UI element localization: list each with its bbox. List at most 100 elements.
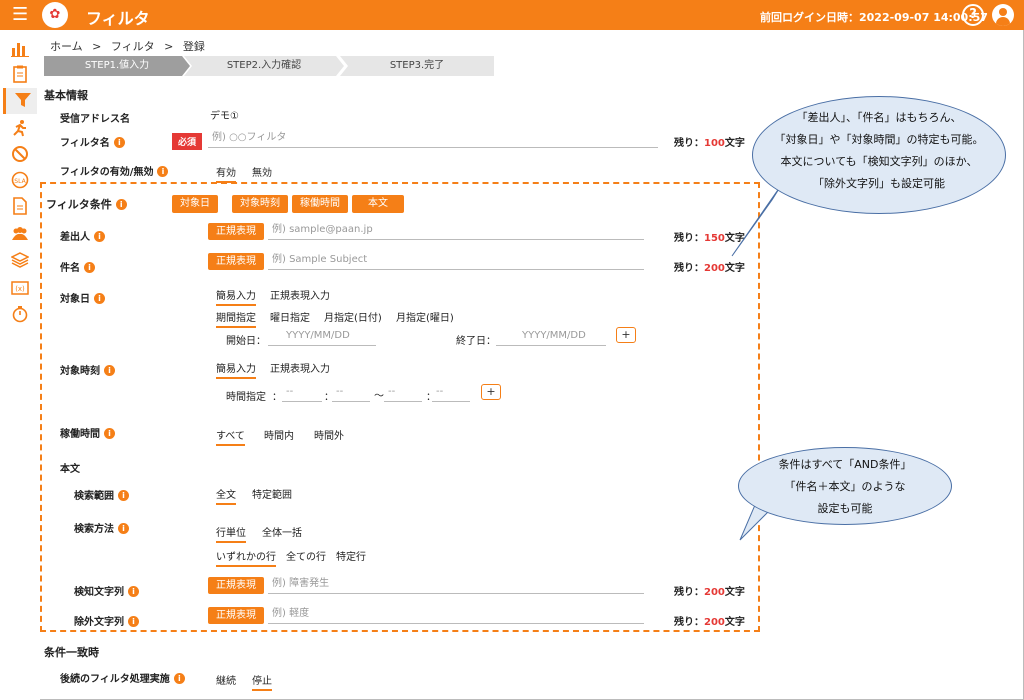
time-condition-button[interactable]: 対象時刻 — [232, 195, 288, 213]
exclude-string-input[interactable]: 例) 軽度 — [268, 606, 644, 624]
sender-input[interactable]: 例) sample@paan.jp — [268, 222, 644, 240]
info-icon[interactable]: i — [118, 490, 129, 501]
exclude-remaining: 残り：200文字 — [674, 617, 745, 628]
sidebar-item-variable[interactable]: (x) — [3, 276, 37, 302]
info-icon[interactable]: i — [94, 293, 105, 304]
end-minute-input[interactable]: -- — [432, 384, 470, 402]
app-header: ☰ ✿ フィルタ 前回ログイン日時：2022-09-07 14:00:57 ? — [0, 0, 1024, 30]
address-value: デモ① — [210, 111, 239, 122]
breadcrumb-filter[interactable]: フィルタ — [111, 40, 155, 53]
sidebar-item-users[interactable] — [3, 222, 37, 248]
hours-within-tab[interactable]: 時間内 — [264, 427, 294, 444]
start-date-label: 開始日： — [226, 336, 266, 347]
users-icon — [12, 227, 28, 240]
info-icon[interactable]: i — [84, 262, 95, 273]
stop-tab[interactable]: 停止 — [252, 672, 272, 691]
date-mode-period[interactable]: 期間指定 — [216, 309, 256, 328]
continue-tab[interactable]: 継続 — [216, 672, 236, 689]
sidebar-item-runner[interactable] — [3, 116, 37, 142]
date-mode-month-weekday[interactable]: 月指定(曜日) — [396, 309, 454, 326]
sidebar-item-document[interactable] — [3, 194, 37, 220]
info-icon[interactable]: i — [94, 231, 105, 242]
target-time-label: 対象時刻 i — [60, 362, 115, 377]
hours-outside-tab[interactable]: 時間外 — [314, 427, 344, 444]
info-icon[interactable]: i — [173, 673, 185, 684]
subject-regex-button[interactable]: 正規表現 — [208, 253, 264, 270]
sender-regex-button[interactable]: 正規表現 — [208, 223, 264, 240]
document-icon — [13, 197, 27, 215]
help-icon[interactable]: ? — [962, 4, 984, 26]
callout-top-line: 「差出人」、「件名」はもちろん、 — [796, 111, 962, 124]
sidebar-item-sla[interactable]: SLA — [3, 168, 37, 194]
callout-bottom-line: 「件名＋本文」のような — [784, 480, 906, 493]
sidebar-item-clipboard[interactable] — [3, 62, 37, 88]
enable-on-tab[interactable]: 有効 — [216, 164, 236, 183]
sidebar-item-filter[interactable] — [3, 88, 37, 114]
detect-remaining: 残り：200文字 — [674, 587, 745, 598]
date-simple-tab[interactable]: 簡易入力 — [216, 287, 256, 306]
callout-bottom: 条件はすべて「AND条件」 「件名＋本文」のような 設定も可能 — [738, 447, 952, 525]
start-date-input[interactable]: YYYY/MM/DD — [268, 328, 376, 346]
hamburger-icon[interactable]: ☰ — [12, 5, 28, 25]
filter-name-remaining: 残り：100文字 — [674, 138, 745, 149]
required-badge: 必須 — [172, 133, 203, 150]
svg-text:SLA: SLA — [14, 178, 26, 185]
sidebar-item-block[interactable] — [3, 142, 37, 168]
svg-text:(x): (x) — [15, 285, 25, 293]
line-all-tab[interactable]: 全ての行 — [286, 548, 326, 565]
search-range-label: 検索範囲 i — [74, 487, 129, 502]
date-mode-month-date[interactable]: 月指定(日付) — [324, 309, 382, 326]
filter-icon — [15, 93, 31, 107]
info-icon[interactable]: i — [157, 166, 169, 177]
sidebar-item-timer[interactable] — [3, 302, 37, 328]
filter-name-input[interactable]: 例) ○○フィルタ — [208, 130, 658, 148]
info-icon[interactable]: i — [104, 428, 115, 439]
info-icon[interactable]: i — [128, 616, 139, 627]
enable-label: フィルタの有効/無効 i — [60, 163, 169, 178]
start-minute-input[interactable]: -- — [332, 384, 370, 402]
callout-top-line: 「除外文字列」も設定可能 — [813, 177, 945, 190]
info-icon[interactable]: i — [118, 523, 129, 534]
hours-condition-button[interactable]: 稼働時間 — [292, 195, 348, 213]
body-condition-button[interactable]: 本文 — [352, 195, 404, 213]
breadcrumb-separator: > — [164, 40, 174, 53]
time-tilde: 〜 — [374, 391, 384, 402]
variable-icon: (x) — [11, 281, 29, 295]
line-specific-tab[interactable]: 特定行 — [336, 548, 366, 565]
sla-icon: SLA — [11, 171, 29, 189]
stopwatch-icon — [12, 306, 28, 323]
line-any-tab[interactable]: いずれかの行 — [216, 548, 276, 567]
address-label: 受信アドレス名 — [60, 114, 130, 125]
app-logo[interactable]: ✿ — [42, 2, 68, 28]
info-icon[interactable]: i — [115, 199, 127, 210]
end-hour-input[interactable]: -- — [384, 384, 422, 402]
sidebar-item-dashboard[interactable] — [3, 36, 37, 62]
exclude-regex-button[interactable]: 正規表現 — [208, 607, 264, 624]
time-regex-tab[interactable]: 正規表現入力 — [270, 360, 330, 377]
hours-all-tab[interactable]: すべて — [216, 427, 245, 446]
info-icon[interactable]: i — [113, 137, 125, 148]
method-line-tab[interactable]: 行単位 — [216, 524, 246, 543]
method-whole-tab[interactable]: 全体一括 — [262, 524, 302, 541]
breadcrumb-home[interactable]: ホーム — [50, 40, 83, 53]
detect-regex-button[interactable]: 正規表現 — [208, 577, 264, 594]
add-time-button[interactable]: + — [481, 384, 501, 400]
start-hour-input[interactable]: -- — [282, 384, 322, 402]
callout-top: 「差出人」、「件名」はもちろん、 「対象日」や「対象時間」の特定も可能。 本文に… — [752, 96, 1006, 214]
basic-info-heading: 基本情報 — [44, 89, 88, 102]
add-date-button[interactable]: + — [616, 327, 636, 343]
date-mode-weekday[interactable]: 曜日指定 — [270, 309, 310, 326]
date-regex-tab[interactable]: 正規表現入力 — [270, 287, 330, 304]
detect-string-input[interactable]: 例) 障害発生 — [268, 576, 644, 594]
sidebar-item-layers[interactable] — [3, 248, 37, 274]
user-icon[interactable] — [992, 4, 1014, 26]
info-icon[interactable]: i — [128, 586, 139, 597]
date-condition-button[interactable]: 対象日 — [172, 195, 218, 213]
range-full-tab[interactable]: 全文 — [216, 486, 236, 505]
time-simple-tab[interactable]: 簡易入力 — [216, 360, 256, 379]
subject-input[interactable]: 例) Sample Subject — [268, 252, 644, 270]
end-date-input[interactable]: YYYY/MM/DD — [496, 328, 606, 346]
info-icon[interactable]: i — [104, 365, 115, 376]
enable-off-tab[interactable]: 無効 — [252, 164, 272, 181]
range-specific-tab[interactable]: 特定範囲 — [252, 486, 292, 503]
